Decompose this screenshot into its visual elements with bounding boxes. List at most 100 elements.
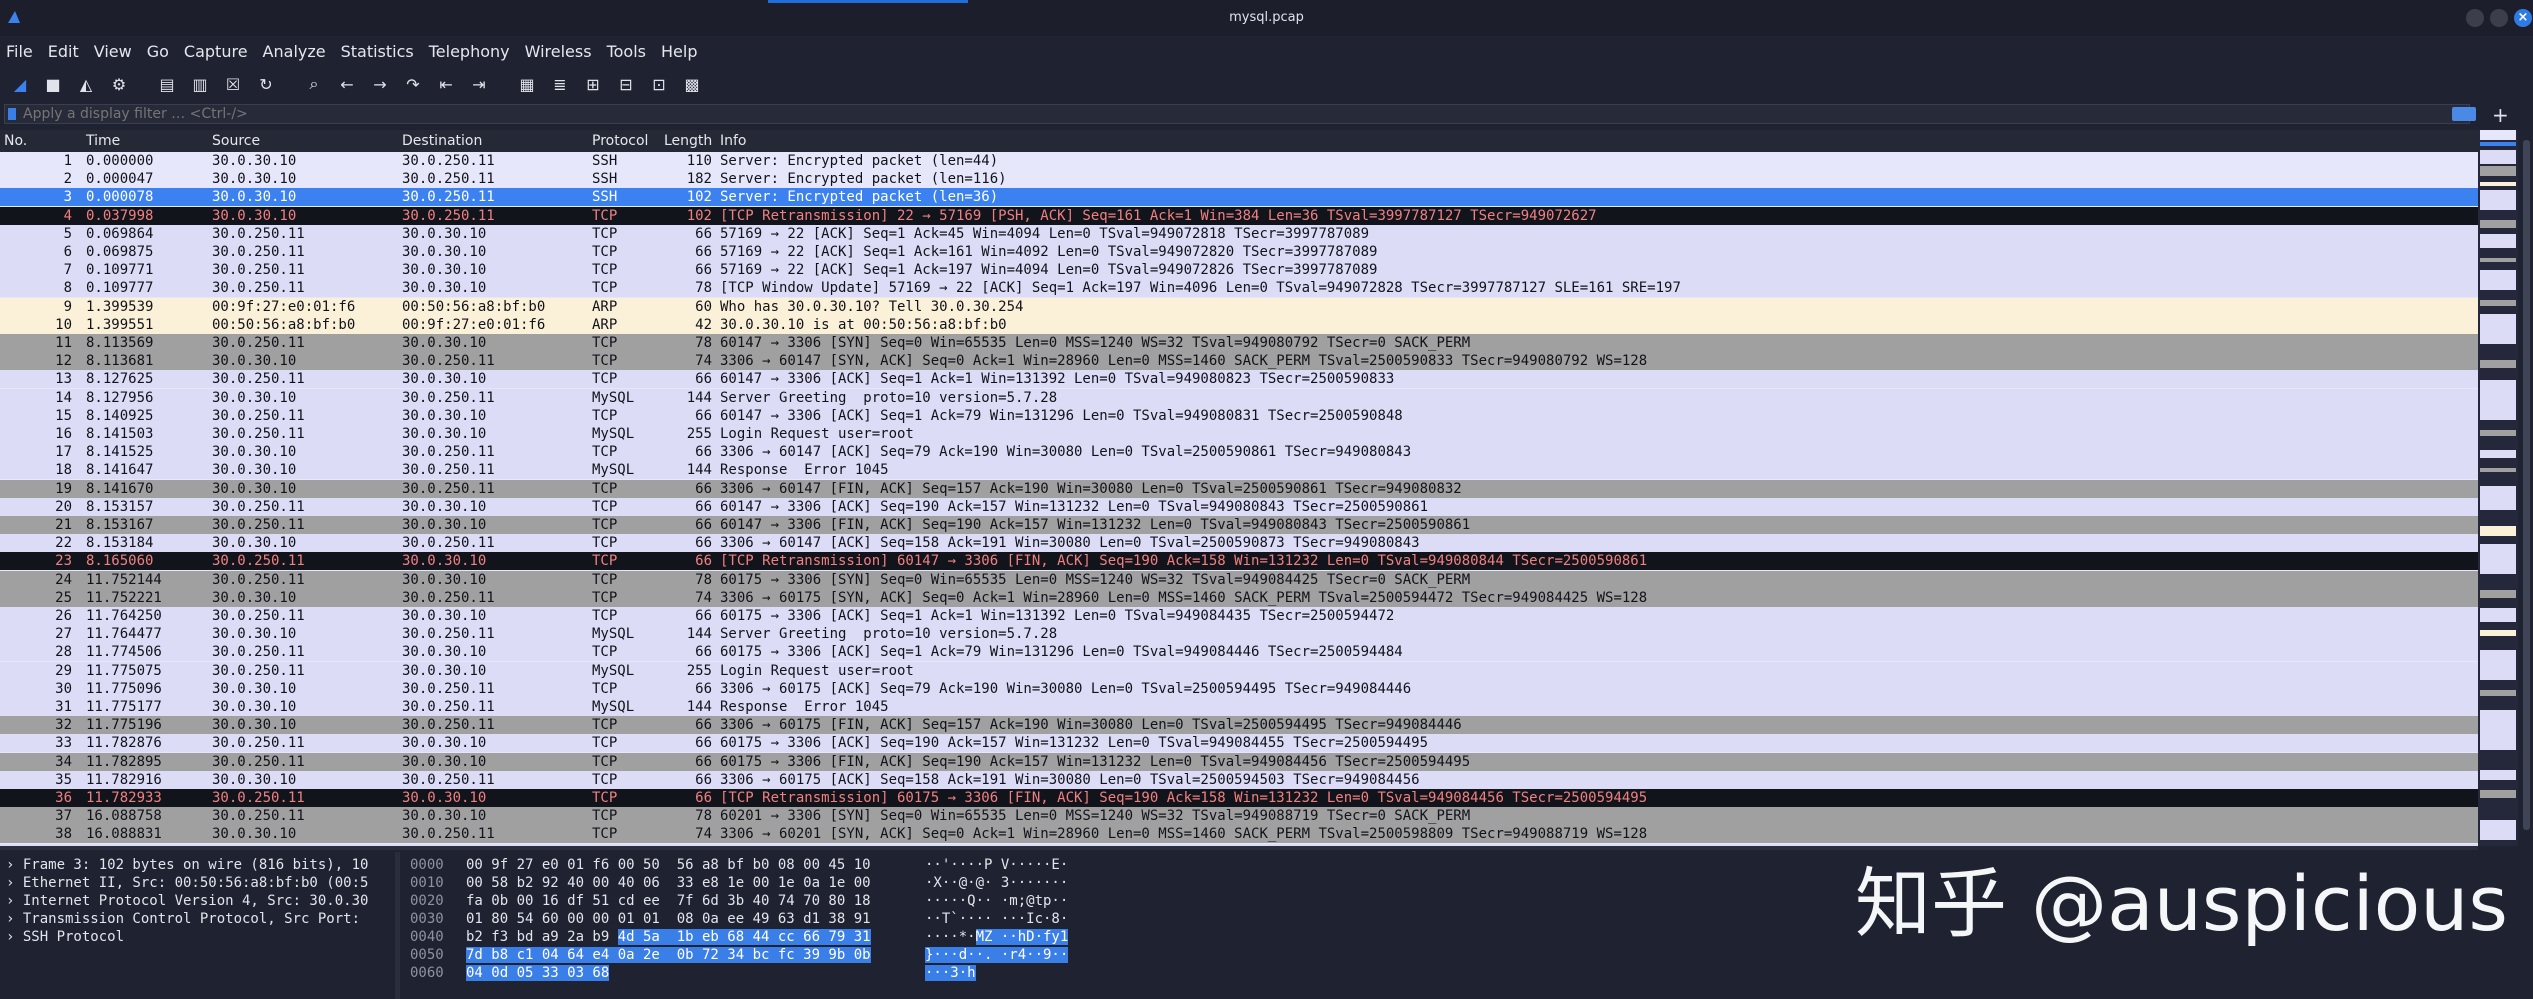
packet-row[interactable]: 4 0.037998 30.0.30.10 30.0.250.11 TCP 102 [TCP…	[0, 206, 2478, 225]
menu-file[interactable]: File	[6, 42, 33, 61]
byte-ascii[interactable]: ··T`···· ···Ic·8·	[925, 910, 1068, 928]
packet-row[interactable]: 11 8.113569 30.0.250.11 30.0.30.10 TCP 78 6014…	[0, 334, 2478, 352]
byte-ascii[interactable]: ·X··@·@· 3·······	[925, 874, 1068, 892]
expand-arrow-icon[interactable]: ›	[6, 929, 23, 945]
column-no[interactable]: No.	[4, 133, 27, 149]
byte-hex[interactable]: fa 0b 00 16 df 51 cd ee 7f 6d 3b 40 74 7…	[466, 892, 871, 910]
back-icon[interactable]: ←	[335, 72, 359, 96]
close-file-icon[interactable]: ☒	[221, 72, 245, 96]
details-tree-item[interactable]: › SSH Protocol	[6, 928, 124, 946]
packet-row[interactable]: 8 0.109777 30.0.250.11 30.0.30.10 TCP 78 [TCP …	[0, 279, 2478, 298]
packet-row[interactable]: 5 0.069864 30.0.250.11 30.0.30.10 TCP 66 57169…	[0, 224, 2478, 243]
save-file-icon[interactable]: ▥	[188, 72, 212, 96]
packet-row[interactable]: 22 8.153184 30.0.30.10 30.0.250.11 TCP 66 3306…	[0, 534, 2478, 553]
details-tree-item[interactable]: › Internet Protocol Version 4, Src: 30.0…	[6, 892, 368, 910]
packet-row[interactable]: 30 11.775096 30.0.30.10 30.0.250.11 TCP 66 330…	[0, 679, 2478, 698]
packet-row[interactable]: 27 11.764477 30.0.30.10 30.0.250.11 MySQL 144…	[0, 625, 2478, 644]
packet-row[interactable]: 37 16.088758 30.0.250.11 30.0.30.10 TCP 78 602…	[0, 807, 2478, 826]
close-window-button[interactable]: ×	[2514, 9, 2532, 27]
packet-row[interactable]: 1 0.000000 30.0.30.10 30.0.250.11 SSH 110 Serv…	[0, 152, 2478, 170]
packet-row[interactable]: 38 16.088831 30.0.30.10 30.0.250.11 TCP 74 330…	[0, 825, 2478, 844]
byte-hex[interactable]: 7d b8 c1 04 64 e4 0a 2e 0b 72 34 bc fc 3…	[466, 946, 871, 964]
go-to-packet-icon[interactable]: ↷	[401, 72, 425, 96]
colorize-icon[interactable]: ≣	[548, 72, 572, 96]
resize-columns-icon[interactable]: ▩	[680, 72, 704, 96]
packet-row[interactable]: 3 0.000078 30.0.30.10 30.0.250.11 SSH 102 Serv…	[0, 188, 2478, 207]
packet-row[interactable]: 36 11.782933 30.0.250.11 30.0.30.10 TCP 66 [TC…	[0, 789, 2478, 807]
column-protocol[interactable]: Protocol	[592, 133, 648, 149]
menu-capture[interactable]: Capture	[184, 42, 248, 61]
scrollbar-thumb[interactable]	[2523, 140, 2530, 830]
normal-size-icon[interactable]: ⊡	[647, 72, 671, 96]
packet-row[interactable]: 10 1.399551 00:50:56:a8:bf:b0 00:9f:27:e0:0…	[0, 315, 2478, 334]
packet-row[interactable]: 24 11.752144 30.0.250.11 30.0.30.10 TCP 78 601…	[0, 570, 2478, 589]
menu-edit[interactable]: Edit	[48, 42, 79, 61]
menu-tools[interactable]: Tools	[607, 42, 646, 61]
autoscroll-icon[interactable]: ▦	[515, 72, 539, 96]
reload-icon[interactable]: ↻	[254, 72, 278, 96]
byte-hex[interactable]: 00 9f 27 e0 01 f6 00 50 56 a8 bf b0 08 0…	[466, 856, 871, 874]
packet-row[interactable]: 20 8.153157 30.0.250.11 30.0.30.10 TCP 66 6014…	[0, 497, 2478, 516]
maximize-button[interactable]	[2490, 9, 2508, 27]
byte-hex[interactable]: b2 f3 bd a9 2a b9 4d 5a 1b eb 68 44 cc 6…	[466, 928, 871, 946]
packet-row[interactable]: 29 11.775075 30.0.250.11 30.0.30.10 MySQL 255…	[0, 661, 2478, 680]
packet-row[interactable]: 2 0.000047 30.0.30.10 30.0.250.11 SSH 182 Serv…	[0, 170, 2478, 189]
menu-wireless[interactable]: Wireless	[525, 42, 592, 61]
packet-row[interactable]: 33 11.782876 30.0.250.11 30.0.30.10 TCP 66 601…	[0, 734, 2478, 753]
byte-hex[interactable]: 00 58 b2 92 40 00 40 06 33 e8 1e 00 1e 0…	[466, 874, 871, 892]
packet-row[interactable]: 6 0.069875 30.0.250.11 30.0.30.10 TCP 66 57169…	[0, 243, 2478, 261]
packet-list-scrollbar[interactable]	[2520, 130, 2533, 846]
options-gear-icon[interactable]: ⚙	[107, 72, 131, 96]
filter-bookmark-icon[interactable]	[8, 108, 16, 120]
menu-analyze[interactable]: Analyze	[263, 42, 326, 61]
expand-arrow-icon[interactable]: ›	[6, 875, 23, 891]
packet-row[interactable]: 31 11.775177 30.0.30.10 30.0.250.11 MySQL 144…	[0, 698, 2478, 716]
packet-row[interactable]: 28 11.774506 30.0.250.11 30.0.30.10 TCP 66 601…	[0, 643, 2478, 662]
byte-hex[interactable]: 04 0d 05 33 03 68	[466, 964, 610, 982]
open-file-icon[interactable]: ▤	[155, 72, 179, 96]
menu-view[interactable]: View	[94, 42, 132, 61]
column-info[interactable]: Info	[720, 133, 747, 149]
packet-details-pane[interactable]: › Frame 3: 102 bytes on wire (816 bits),…	[0, 852, 395, 999]
packet-row[interactable]: 7 0.109771 30.0.250.11 30.0.30.10 TCP 66 57169…	[0, 261, 2478, 280]
column-length[interactable]: Length	[664, 133, 712, 149]
expand-arrow-icon[interactable]: ›	[6, 893, 23, 909]
menu-telephony[interactable]: Telephony	[429, 42, 510, 61]
apply-filter-button[interactable]	[2452, 107, 2476, 121]
packet-row[interactable]: 9 1.399539 00:9f:27:e0:01:f6 00:50:56:a8:bf…	[0, 297, 2478, 316]
menu-statistics[interactable]: Statistics	[341, 42, 414, 61]
packet-row[interactable]: 34 11.782895 30.0.250.11 30.0.30.10 TCP 66 601…	[0, 752, 2478, 771]
packet-row[interactable]: 32 11.775196 30.0.30.10 30.0.250.11 TCP 66 330…	[0, 716, 2478, 735]
packet-row[interactable]: 14 8.127956 30.0.30.10 30.0.250.11 MySQL 144 S…	[0, 388, 2478, 407]
details-tree-item[interactable]: › Frame 3: 102 bytes on wire (816 bits),…	[6, 856, 368, 874]
packet-row[interactable]: 12 8.113681 30.0.30.10 30.0.250.11 TCP 74 3306…	[0, 352, 2478, 371]
details-tree-item[interactable]: › Transmission Control Protocol, Src Por…	[6, 910, 360, 928]
packet-row[interactable]: 25 11.752221 30.0.30.10 30.0.250.11 TCP 74 330…	[0, 588, 2478, 607]
packet-row[interactable]: 21 8.153167 30.0.250.11 30.0.30.10 TCP 66 6014…	[0, 516, 2478, 534]
menu-go[interactable]: Go	[147, 42, 169, 61]
column-source[interactable]: Source	[212, 133, 260, 149]
packet-row[interactable]: 13 8.127625 30.0.250.11 30.0.30.10 TCP 66 6014…	[0, 370, 2478, 389]
byte-ascii[interactable]: ·····Q·· ·m;@tp··	[925, 892, 1068, 910]
packet-row[interactable]: 19 8.141670 30.0.30.10 30.0.250.11 TCP 66 3306…	[0, 479, 2478, 498]
zoom-out-icon[interactable]: ⊟	[614, 72, 638, 96]
restart-icon[interactable]: ◭	[74, 72, 98, 96]
add-filter-button[interactable]: +	[2492, 103, 2509, 127]
find-icon[interactable]: ⌕	[302, 72, 326, 96]
packet-row[interactable]: 35 11.782916 30.0.30.10 30.0.250.11 TCP 66 330…	[0, 770, 2478, 789]
byte-ascii[interactable]: ···3·h	[925, 964, 976, 982]
menu-help[interactable]: Help	[661, 42, 697, 61]
zoom-in-icon[interactable]: ⊞	[581, 72, 605, 96]
packet-row[interactable]: 15 8.140925 30.0.250.11 30.0.30.10 TCP 66 6014…	[0, 406, 2478, 425]
byte-ascii[interactable]: }···d··. ·r4··9··	[925, 946, 1069, 964]
display-filter-input[interactable]	[4, 104, 2470, 124]
last-packet-icon[interactable]: ⇥	[467, 72, 491, 96]
shark-fin-icon[interactable]: ◢	[8, 72, 32, 96]
expand-arrow-icon[interactable]: ›	[6, 911, 23, 927]
column-time[interactable]: Time	[86, 133, 120, 149]
minimize-button[interactable]	[2466, 9, 2484, 27]
packet-row[interactable]: 16 8.141503 30.0.250.11 30.0.30.10 MySQL 255 L…	[0, 425, 2478, 443]
packet-row[interactable]: 17 8.141525 30.0.30.10 30.0.250.11 TCP 66 3306…	[0, 443, 2478, 462]
expand-arrow-icon[interactable]: ›	[6, 857, 23, 873]
byte-ascii[interactable]: ··'····P V·····E·	[925, 856, 1068, 874]
